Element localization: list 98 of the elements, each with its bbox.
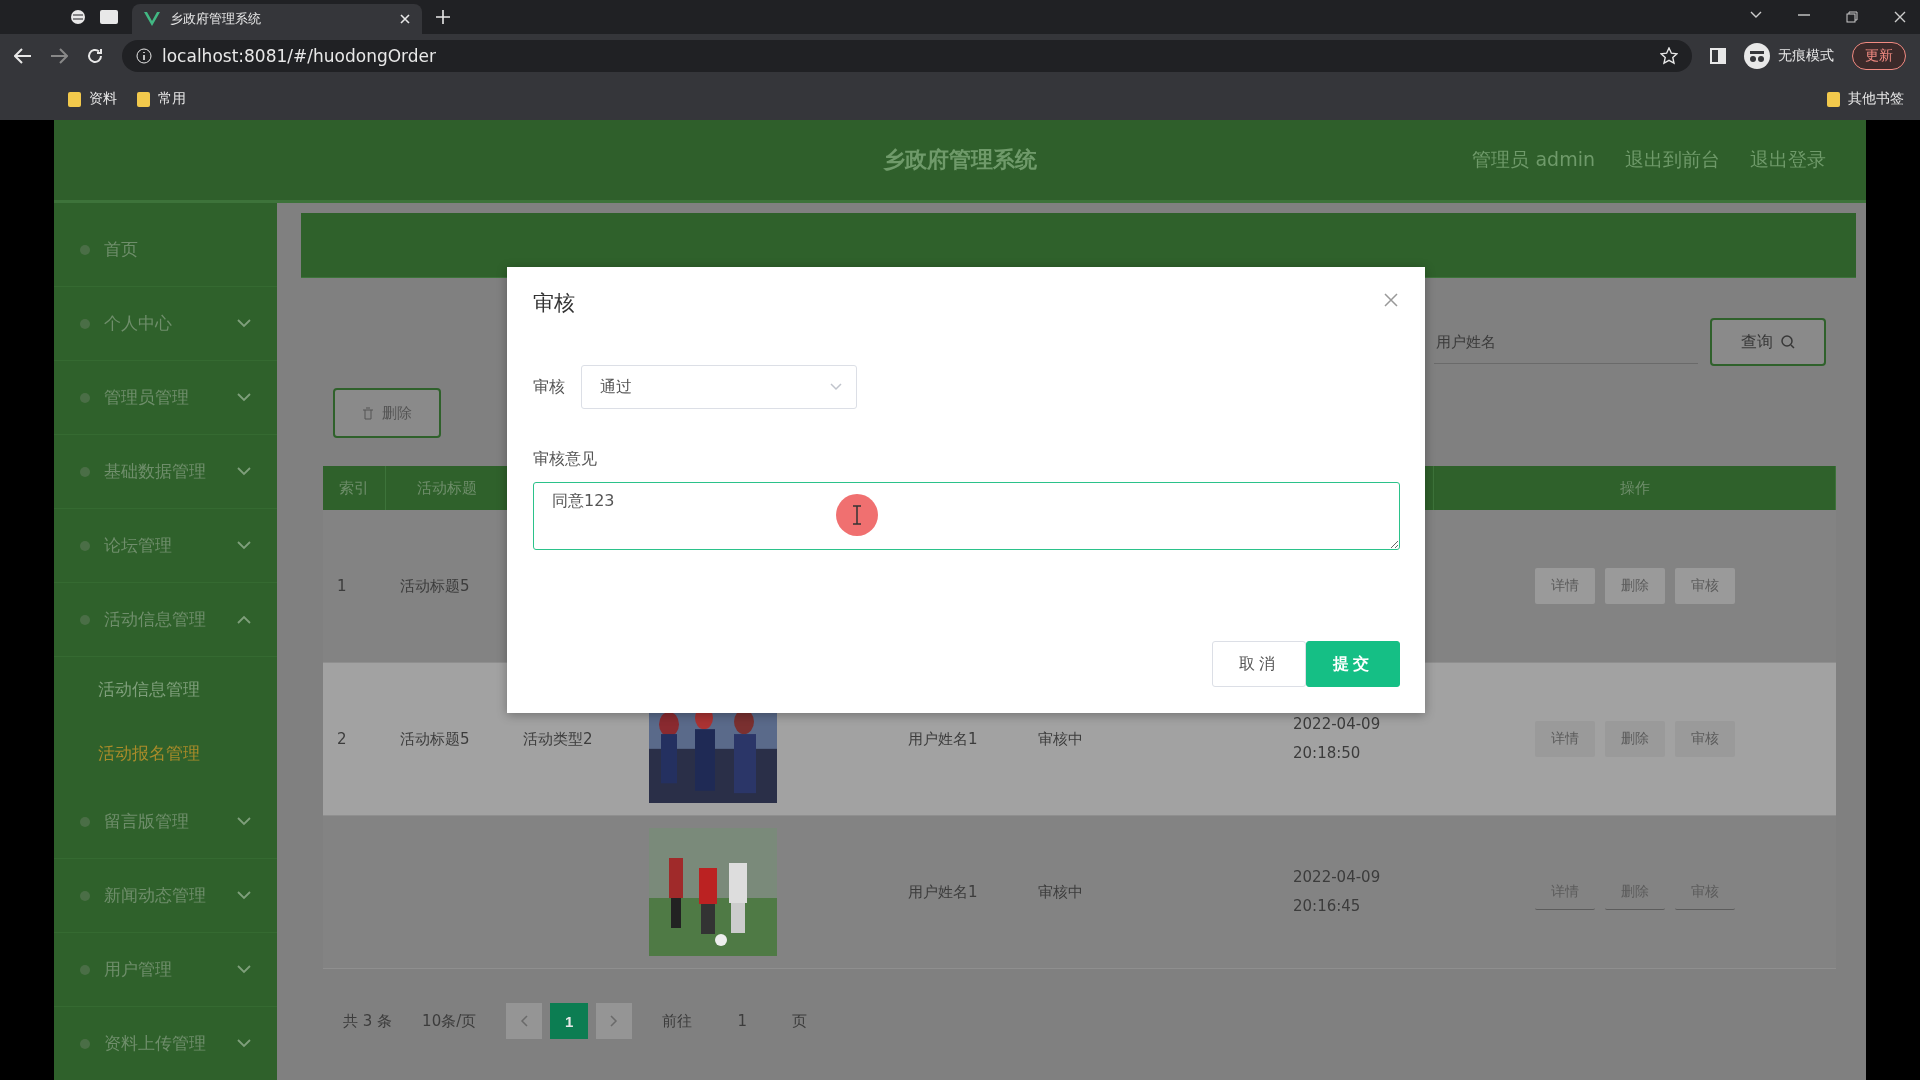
close-icon[interactable] (1894, 11, 1906, 23)
bullet-icon (80, 614, 90, 625)
comment-field[interactable]: 同意123 (533, 482, 1400, 550)
folder-icon (137, 91, 150, 107)
minimize-icon[interactable] (1798, 11, 1810, 19)
table-cell: 审核中 (1038, 729, 1083, 748)
sidebar-icon[interactable] (1710, 48, 1726, 64)
table-cell: 用户姓名1 (908, 729, 978, 748)
bookmark[interactable]: 资料 (89, 90, 117, 108)
search-icon (1781, 335, 1795, 349)
info-icon[interactable] (136, 48, 152, 64)
sidebar-item[interactable]: 活动信息管理 (54, 583, 277, 657)
sidebar-item[interactable]: 论坛管理 (54, 509, 277, 583)
chevron-down-icon (237, 541, 251, 550)
sidebar-subitem[interactable]: 活动信息管理 (54, 657, 277, 721)
chevron-up-icon (237, 615, 251, 624)
bullet-icon (80, 318, 90, 329)
table-cell: 2022-04-09 20:16:45 (1293, 868, 1381, 915)
dialog-title: 审核 (533, 290, 575, 317)
address-bar[interactable]: localhost:8081/#/huodongOrder (122, 40, 1692, 72)
search-field[interactable]: 用户姓名 (1434, 320, 1698, 364)
row-action-button[interactable]: 详情 (1535, 568, 1595, 604)
star-icon[interactable] (1660, 47, 1678, 65)
browser-tab[interactable]: 乡政府管理系统 (132, 4, 422, 34)
chevron-down-icon[interactable] (1750, 11, 1762, 19)
globe-icon[interactable] (70, 9, 86, 25)
goto-label: 前往 (662, 1011, 693, 1031)
row-action-button[interactable]: 删除 (1605, 568, 1665, 604)
table-cell: 用户姓名1 (908, 882, 978, 901)
bullet-icon (80, 816, 90, 827)
incognito-label: 无痕模式 (1778, 47, 1834, 65)
bookmark[interactable]: 其他书签 (1848, 90, 1904, 108)
review-select[interactable]: 通过 (581, 365, 857, 409)
bullet-icon (80, 1038, 90, 1049)
update-button[interactable]: 更新 (1852, 42, 1906, 70)
back-icon[interactable] (14, 48, 32, 64)
field-label: 审核 (533, 376, 565, 398)
folder-icon (68, 91, 81, 107)
bullet-icon (80, 466, 90, 477)
header-link[interactable]: 退出到前台 (1625, 147, 1720, 173)
page-size-select[interactable]: 10条/页 (422, 1011, 477, 1031)
sidebar-item[interactable]: 用户管理 (54, 933, 277, 1007)
submit-button[interactable]: 提交 (1306, 641, 1400, 687)
chevron-down-icon (237, 319, 251, 328)
user-label: 管理员 admin (1472, 147, 1595, 172)
sidebar-item[interactable]: 管理员管理 (54, 361, 277, 435)
chevron-down-icon (237, 817, 251, 826)
forward-icon[interactable] (50, 48, 68, 64)
sidebar-item[interactable]: 留言版管理 (54, 785, 277, 859)
app-title: 乡政府管理系统 (883, 146, 1037, 174)
total-count: 共 3 条 (343, 1011, 393, 1031)
table-cell: 活动标题5 (400, 576, 470, 595)
field-label: 审核意见 (533, 449, 598, 470)
chevron-down-icon (237, 467, 251, 476)
bullet-icon (80, 890, 90, 901)
table-cell: 1 (337, 576, 347, 595)
row-action-button[interactable]: 审核 (1675, 721, 1735, 757)
row-action-button[interactable]: 详情 (1535, 721, 1595, 757)
caret-icon (830, 383, 842, 391)
bullet-icon (80, 392, 90, 403)
chevron-down-icon (237, 965, 251, 974)
sidebar-item[interactable]: 新闻动态管理 (54, 859, 277, 933)
bullet-icon (80, 540, 90, 551)
vue-logo-icon (144, 12, 160, 26)
chevron-left-icon (520, 1015, 529, 1027)
table-cell: 审核中 (1038, 882, 1083, 901)
bullet-icon (80, 244, 90, 255)
cancel-button[interactable]: 取消 (1212, 641, 1306, 687)
chevron-right-icon (610, 1015, 619, 1027)
row-action-button[interactable]: 删除 (1605, 721, 1665, 757)
close-icon[interactable] (400, 14, 410, 24)
header-link[interactable]: 退出登录 (1750, 147, 1826, 173)
trash-icon (362, 406, 374, 420)
goto-suffix: 页 (792, 1011, 808, 1031)
search-button[interactable]: 查询 (1710, 318, 1826, 366)
sidebar-subitem[interactable]: 活动报名管理 (54, 721, 277, 785)
sidebar-item[interactable]: 基础数据管理 (54, 435, 277, 509)
reload-icon[interactable] (86, 47, 104, 65)
plus-icon[interactable] (436, 10, 450, 24)
chevron-down-icon (237, 1039, 251, 1048)
table-cell: 2022-04-09 20:18:50 (1293, 715, 1381, 762)
sidebar-item[interactable]: 资料上传管理 (54, 1007, 277, 1080)
page-button[interactable]: 1 (550, 1003, 589, 1039)
incognito-icon[interactable] (1744, 43, 1770, 69)
table-cell: 活动标题5 (400, 729, 470, 748)
sidebar-item[interactable]: 个人中心 (54, 287, 277, 361)
chevron-down-icon (237, 393, 251, 402)
bookmark[interactable]: 常用 (158, 90, 186, 108)
sidebar-item[interactable]: 首页 (54, 213, 277, 287)
table-cell: 2 (337, 729, 347, 748)
chevron-down-icon (237, 891, 251, 900)
bullet-icon (80, 964, 90, 975)
row-action-button[interactable]: 审核 (1675, 568, 1735, 604)
restore-icon[interactable] (1846, 11, 1858, 23)
goto-page-field[interactable]: 1 (722, 1012, 763, 1030)
table-cell: 活动类型2 (523, 729, 593, 748)
cursor-icon (836, 494, 878, 536)
folder-icon (1827, 91, 1840, 107)
